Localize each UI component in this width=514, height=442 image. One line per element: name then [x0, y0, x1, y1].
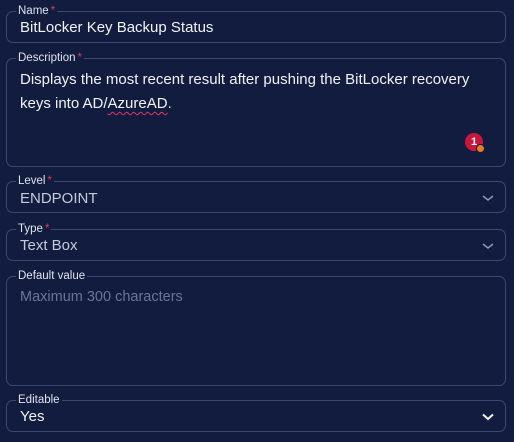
name-field[interactable]: Name * BitLocker Key Backup Status [6, 4, 506, 43]
level-selected-value: ENDPOINT [20, 190, 98, 207]
default-value-label: Default value [16, 269, 88, 283]
chevron-down-icon[interactable] [481, 241, 495, 251]
type-label: Type * [16, 222, 52, 236]
chevron-down-icon[interactable] [481, 193, 495, 203]
description-field[interactable]: Description * Displays the most recent re… [6, 51, 506, 167]
level-label: Level * [16, 174, 54, 188]
spellcheck-flagged-word: AzureAD [107, 95, 168, 112]
grammar-issues-badge[interactable]: 1 [465, 133, 485, 153]
default-value-field[interactable]: Default value Maximum 300 characters [6, 269, 506, 386]
required-mark: * [50, 5, 56, 17]
description-text-end: . [167, 95, 172, 112]
description-text: Displays the most recent result after pu… [20, 71, 470, 112]
type-select[interactable]: Type * Text Box [6, 222, 506, 261]
editable-selected-value: Yes [20, 408, 45, 425]
description-textarea[interactable]: Displays the most recent result after pu… [20, 68, 490, 116]
required-mark: * [47, 175, 52, 187]
required-mark: * [77, 52, 83, 64]
level-select[interactable]: Level * ENDPOINT [6, 174, 506, 213]
editable-label: Editable [16, 393, 62, 407]
status-dot-icon [476, 144, 485, 153]
type-selected-value: Text Box [20, 237, 78, 254]
name-input[interactable]: BitLocker Key Backup Status [20, 19, 213, 36]
editable-select[interactable]: Editable Yes [6, 393, 506, 432]
chevron-down-icon[interactable] [481, 412, 495, 422]
required-mark: * [44, 223, 50, 235]
description-label: Description * [16, 51, 85, 65]
name-label: Name * [16, 4, 58, 18]
default-value-placeholder: Maximum 300 characters [20, 289, 183, 305]
